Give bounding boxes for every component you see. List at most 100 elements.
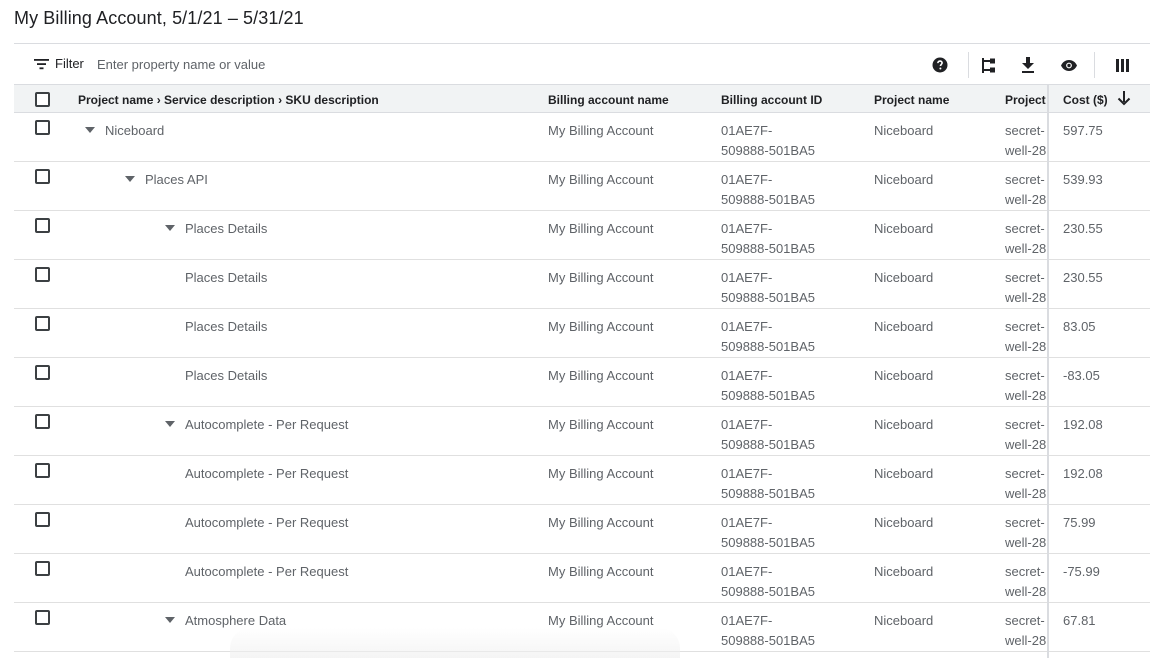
- table-row[interactable]: Autocomplete - Per Request My Billing Acc…: [14, 407, 1150, 456]
- row-billing-account-id: 01AE7F- 509888-501BA5: [721, 613, 815, 648]
- expand-collapse-icon[interactable]: [165, 224, 175, 231]
- row-name-cell: Places Details: [185, 366, 267, 386]
- row-billing-account-name: My Billing Account: [548, 172, 654, 187]
- row-name-cell: Places Details: [165, 219, 267, 239]
- row-name-cell: Autocomplete - Per Request: [185, 513, 348, 533]
- toolbar-divider: [968, 52, 969, 78]
- page-title: My Billing Account, 5/1/21 – 5/31/21: [14, 8, 304, 28]
- row-cost: 75.99: [1063, 515, 1096, 530]
- row-cost: 597.75: [1063, 123, 1103, 138]
- row-checkbox[interactable]: [35, 463, 50, 478]
- filter-toolbar: Filter: [14, 43, 1150, 85]
- row-project-id: secret-well-28: [1005, 515, 1047, 550]
- group-by-icon[interactable]: [979, 55, 999, 75]
- row-checkbox[interactable]: [35, 561, 50, 576]
- row-name-cell: Places Details: [185, 317, 267, 337]
- row-project-name: Niceboard: [874, 613, 934, 628]
- row-name-label: Autocomplete - Per Request: [185, 515, 349, 530]
- filter-icon: [34, 58, 49, 69]
- row-checkbox[interactable]: [35, 267, 50, 282]
- row-billing-account-id: 01AE7F- 509888-501BA5: [721, 368, 815, 403]
- column-header-cost[interactable]: Cost ($): [1063, 92, 1108, 108]
- table-row[interactable]: Autocomplete - Per Request My Billing Acc…: [14, 505, 1150, 554]
- table-row[interactable]: Places Details My Billing Account 01AE7F- 5…: [14, 260, 1150, 309]
- table-row[interactable]: Autocomplete - Per Request My Billing Acc…: [14, 554, 1150, 603]
- row-name-label: Places API: [145, 172, 208, 187]
- row-name-cell: Autocomplete - Per Request: [185, 464, 348, 484]
- row-billing-account-id: 01AE7F- 509888-501BA5: [721, 466, 815, 501]
- row-cost: 192.08: [1063, 417, 1103, 432]
- row-checkbox[interactable]: [35, 169, 50, 184]
- column-header-billing-account-id[interactable]: Billing account ID: [721, 92, 841, 108]
- row-billing-account-id: 01AE7F- 509888-501BA5: [721, 515, 815, 550]
- filter-label: Filter: [55, 56, 84, 71]
- row-billing-account-id: 01AE7F- 509888-501BA5: [721, 172, 815, 207]
- column-header-project[interactable]: Project: [1005, 92, 1047, 108]
- row-name-cell: Autocomplete - Per Request: [185, 562, 348, 582]
- row-cost: 83.05: [1063, 319, 1096, 334]
- row-billing-account-name: My Billing Account: [548, 466, 654, 481]
- row-checkbox[interactable]: [35, 316, 50, 331]
- row-name-cell: Places API: [125, 170, 208, 190]
- table-row[interactable]: Niceboard My Billing Account 01AE7F- 509888…: [14, 113, 1150, 162]
- expand-collapse-icon[interactable]: [165, 420, 175, 427]
- table-row[interactable]: Places Details My Billing Account 01AE7F- 5…: [14, 211, 1150, 260]
- row-billing-account-name: My Billing Account: [548, 123, 654, 138]
- row-name-label: Places Details: [185, 221, 268, 236]
- row-billing-account-name: My Billing Account: [548, 515, 654, 530]
- column-header-name[interactable]: Project name › Service description › SKU…: [78, 92, 379, 108]
- row-checkbox[interactable]: [35, 610, 50, 625]
- row-project-name: Niceboard: [874, 368, 934, 383]
- expand-collapse-icon[interactable]: [125, 175, 135, 182]
- table-body: Niceboard My Billing Account 01AE7F- 509888…: [14, 113, 1150, 652]
- table-row[interactable]: Autocomplete - Per Request My Billing Acc…: [14, 456, 1150, 505]
- row-project-id: secret-well-28: [1005, 319, 1047, 354]
- table-row[interactable]: Places Details My Billing Account 01AE7F- 5…: [14, 309, 1150, 358]
- row-checkbox[interactable]: [35, 365, 50, 380]
- table-row[interactable]: Places Details My Billing Account 01AE7F- 5…: [14, 358, 1150, 407]
- row-project-name: Niceboard: [874, 172, 934, 187]
- row-project-name: Niceboard: [874, 319, 934, 334]
- download-icon[interactable]: [1018, 55, 1038, 75]
- row-cost: 539.93: [1063, 172, 1103, 187]
- row-name-label: Niceboard: [105, 123, 165, 138]
- filter-input[interactable]: [97, 55, 597, 73]
- billing-table: Project name › Service description › SKU…: [14, 85, 1150, 652]
- row-cost: -83.05: [1063, 368, 1100, 383]
- columns-icon[interactable]: [1112, 55, 1132, 75]
- row-project-name: Niceboard: [874, 466, 934, 481]
- row-name-label: Places Details: [185, 368, 268, 383]
- row-billing-account-name: My Billing Account: [548, 564, 654, 579]
- row-billing-account-name: My Billing Account: [548, 368, 654, 383]
- row-name-label: Places Details: [185, 319, 268, 334]
- table-row[interactable]: Places API My Billing Account 01AE7F- 50988…: [14, 162, 1150, 211]
- expand-collapse-icon[interactable]: [85, 126, 95, 133]
- row-checkbox[interactable]: [35, 512, 50, 527]
- row-project-id: secret-well-28: [1005, 221, 1047, 256]
- visibility-icon[interactable]: [1059, 55, 1079, 75]
- row-name-cell: Niceboard: [85, 121, 164, 141]
- row-name-label: Autocomplete - Per Request: [185, 466, 349, 481]
- row-billing-account-id: 01AE7F- 509888-501BA5: [721, 221, 815, 256]
- row-billing-account-id: 01AE7F- 509888-501BA5: [721, 123, 815, 158]
- row-cost: 230.55: [1063, 221, 1103, 236]
- row-checkbox[interactable]: [35, 120, 50, 135]
- row-checkbox[interactable]: [35, 218, 50, 233]
- row-project-id: secret-well-28: [1005, 466, 1047, 501]
- help-icon[interactable]: [930, 55, 950, 75]
- row-billing-account-name: My Billing Account: [548, 221, 654, 236]
- select-all-checkbox[interactable]: [35, 92, 50, 107]
- filter-button[interactable]: Filter: [34, 56, 84, 71]
- expand-collapse-icon[interactable]: [165, 616, 175, 623]
- row-cost: 67.81: [1063, 613, 1096, 628]
- row-checkbox[interactable]: [35, 414, 50, 429]
- row-billing-account-id: 01AE7F- 509888-501BA5: [721, 270, 815, 305]
- row-name-label: Places Details: [185, 270, 268, 285]
- row-project-id: secret-well-28: [1005, 123, 1047, 158]
- column-header-billing-account-name[interactable]: Billing account name: [548, 92, 669, 108]
- sort-descending-icon[interactable]: [1116, 90, 1132, 106]
- table-row[interactable]: Atmosphere Data My Billing Account 01AE7F-…: [14, 603, 1150, 652]
- row-cost: 230.55: [1063, 270, 1103, 285]
- column-header-project-name[interactable]: Project name: [874, 92, 949, 108]
- table-header: Project name › Service description › SKU…: [14, 85, 1150, 113]
